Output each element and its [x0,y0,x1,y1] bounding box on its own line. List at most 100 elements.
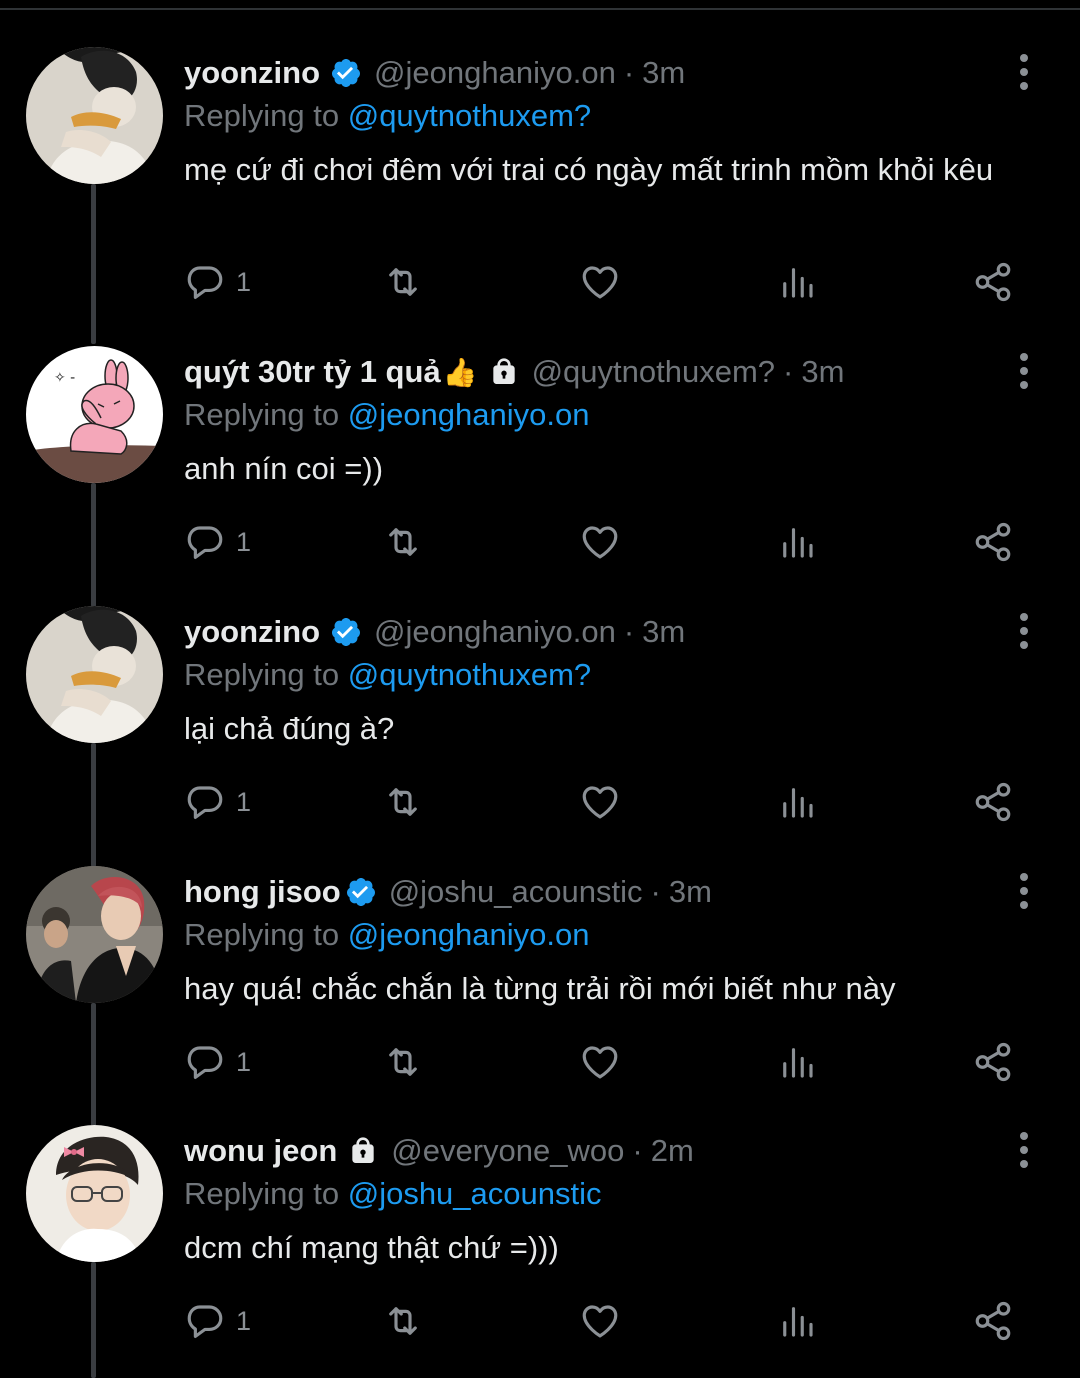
tweet-4[interactable]: wonu jeon @everyone_woo · 2m Replying to… [0,1078,1080,1378]
separator-dot: · [632,1133,643,1168]
avatar-photo-eating [26,47,163,184]
tweet-actions: 1 [184,1296,1030,1346]
timestamp[interactable]: 3m [642,614,685,650]
heart-icon [582,1305,618,1338]
replying-to: Replying to @quytnothuxem? [184,94,1014,138]
heart-icon [582,526,618,559]
display-name[interactable]: quýt 30tr tỷ 1 quả [184,354,441,390]
user-handle[interactable]: @jeonghaniyo.on [374,55,616,91]
retweet-button[interactable] [382,1296,424,1346]
user-handle[interactable]: @everyone_woo [391,1133,624,1169]
avatar[interactable] [26,47,163,184]
separator-dot: · [623,614,635,649]
tweet-text: mẹ cứ đi chơi đêm với trai có ngày mất t… [184,152,994,187]
reply-icon [187,526,223,559]
display-name[interactable]: wonu jeon [184,1133,337,1169]
reply-count: 1 [236,1046,252,1077]
heart-icon [582,1046,618,1079]
replying-mention-link[interactable]: @jeonghaniyo.on [348,917,590,952]
display-name[interactable]: yoonzino [184,55,320,91]
replying-to: Replying to @jeonghaniyo.on [184,913,1014,957]
tweet-text: dcm chí mạng thật chứ =))) [184,1230,559,1265]
reply-count: 1 [236,526,252,557]
emoji: 👍 [442,356,478,388]
reply-button[interactable]: 1 [184,1296,251,1346]
timestamp[interactable]: 3m [669,874,712,910]
replying-mention-link[interactable]: @quytnothuxem? [348,98,591,133]
replying-mention-link[interactable]: @joshu_acounstic [348,1176,602,1211]
like-button[interactable] [579,1296,621,1346]
retweet-icon [389,268,417,296]
tweet-1[interactable]: ✧ - quýt 30tr tỷ 1 quả 👍 @quytnothuxem? … [0,299,1080,607]
avatar[interactable] [26,866,163,1003]
user-handle[interactable]: @quytnothuxem? [532,354,775,390]
verified-badge-icon [332,618,361,646]
replying-prefix: Replying to [184,1176,348,1211]
avatar[interactable] [26,1125,163,1262]
avatar-pink-rabbit-cartoon: ✧ - [26,346,163,483]
avatar[interactable] [26,606,163,743]
lock-icon [352,1137,374,1163]
reply-count: 1 [236,266,252,297]
avatar-photo-eating [26,606,163,743]
share-icon [975,1042,1011,1082]
retweet-icon [389,528,417,556]
tweet-text: hay quá! chắc chắn là từng trải rồi mới … [184,971,896,1006]
verified-badge-icon [346,878,375,906]
retweet-icon [389,788,417,816]
verified-badge-icon [332,59,361,87]
tweet-3[interactable]: hong jisoo @joshu_acounstic · 3m Replyin… [0,819,1080,1127]
reply-count: 1 [236,1305,252,1336]
user-handle[interactable]: @joshu_acounstic [389,874,643,910]
reply-thread: yoonzino @jeonghaniyo.on · 3m Replying t… [0,0,1080,1378]
tweet-2[interactable]: yoonzino @jeonghaniyo.on · 3m Replying t… [0,559,1080,867]
tweet-text: lại chả đúng à? [184,711,395,746]
thread-connector [91,1262,96,1378]
more-options-button[interactable] [1012,873,1036,909]
retweet-icon [389,1048,417,1076]
reply-count: 1 [236,786,252,817]
share-icon [975,522,1011,562]
replying-prefix: Replying to [184,657,348,692]
share-icon [975,782,1011,822]
timestamp[interactable]: 3m [642,55,685,91]
more-options-button[interactable] [1012,54,1036,90]
replying-mention-link[interactable]: @quytnothuxem? [348,657,591,692]
views-chart-icon [783,1048,813,1078]
retweet-icon [389,1307,417,1335]
timestamp[interactable]: 3m [801,354,844,390]
replying-to: Replying to @joshu_acounstic [184,1172,1014,1216]
replying-to: Replying to @quytnothuxem? [184,653,1014,697]
more-options-button[interactable] [1012,1132,1036,1168]
svg-text:✧ -: ✧ - [54,370,75,386]
views-chart-icon [783,1307,813,1337]
display-name[interactable]: yoonzino [184,614,320,650]
views-chart-icon [783,528,813,558]
replying-prefix: Replying to [184,98,348,133]
heart-icon [582,266,618,299]
share-button[interactable] [972,1296,1014,1346]
replying-prefix: Replying to [184,917,348,952]
user-handle[interactable]: @jeonghaniyo.on [374,614,616,650]
avatar-photo-glasses-bow [26,1125,163,1262]
avatar-photo-red-hair [26,866,163,1003]
views-button[interactable] [776,1296,818,1346]
heart-icon [582,786,618,819]
replying-mention-link[interactable]: @jeonghaniyo.on [348,397,590,432]
tweet-0[interactable]: yoonzino @jeonghaniyo.on · 3m Replying t… [0,0,1080,344]
more-options-button[interactable] [1012,353,1036,389]
lock-icon [492,358,515,384]
reply-icon [187,1305,223,1338]
separator-dot: · [623,55,635,90]
share-icon [975,1301,1011,1341]
views-chart-icon [783,268,813,298]
timestamp[interactable]: 2m [651,1133,694,1169]
avatar[interactable]: ✧ - [26,346,163,483]
display-name[interactable]: hong jisoo [184,874,341,910]
reply-icon [187,786,223,819]
views-chart-icon [783,788,813,818]
more-options-button[interactable] [1012,613,1036,649]
separator-dot: · [650,874,661,909]
reply-icon [187,1046,223,1079]
reply-icon [187,266,223,299]
